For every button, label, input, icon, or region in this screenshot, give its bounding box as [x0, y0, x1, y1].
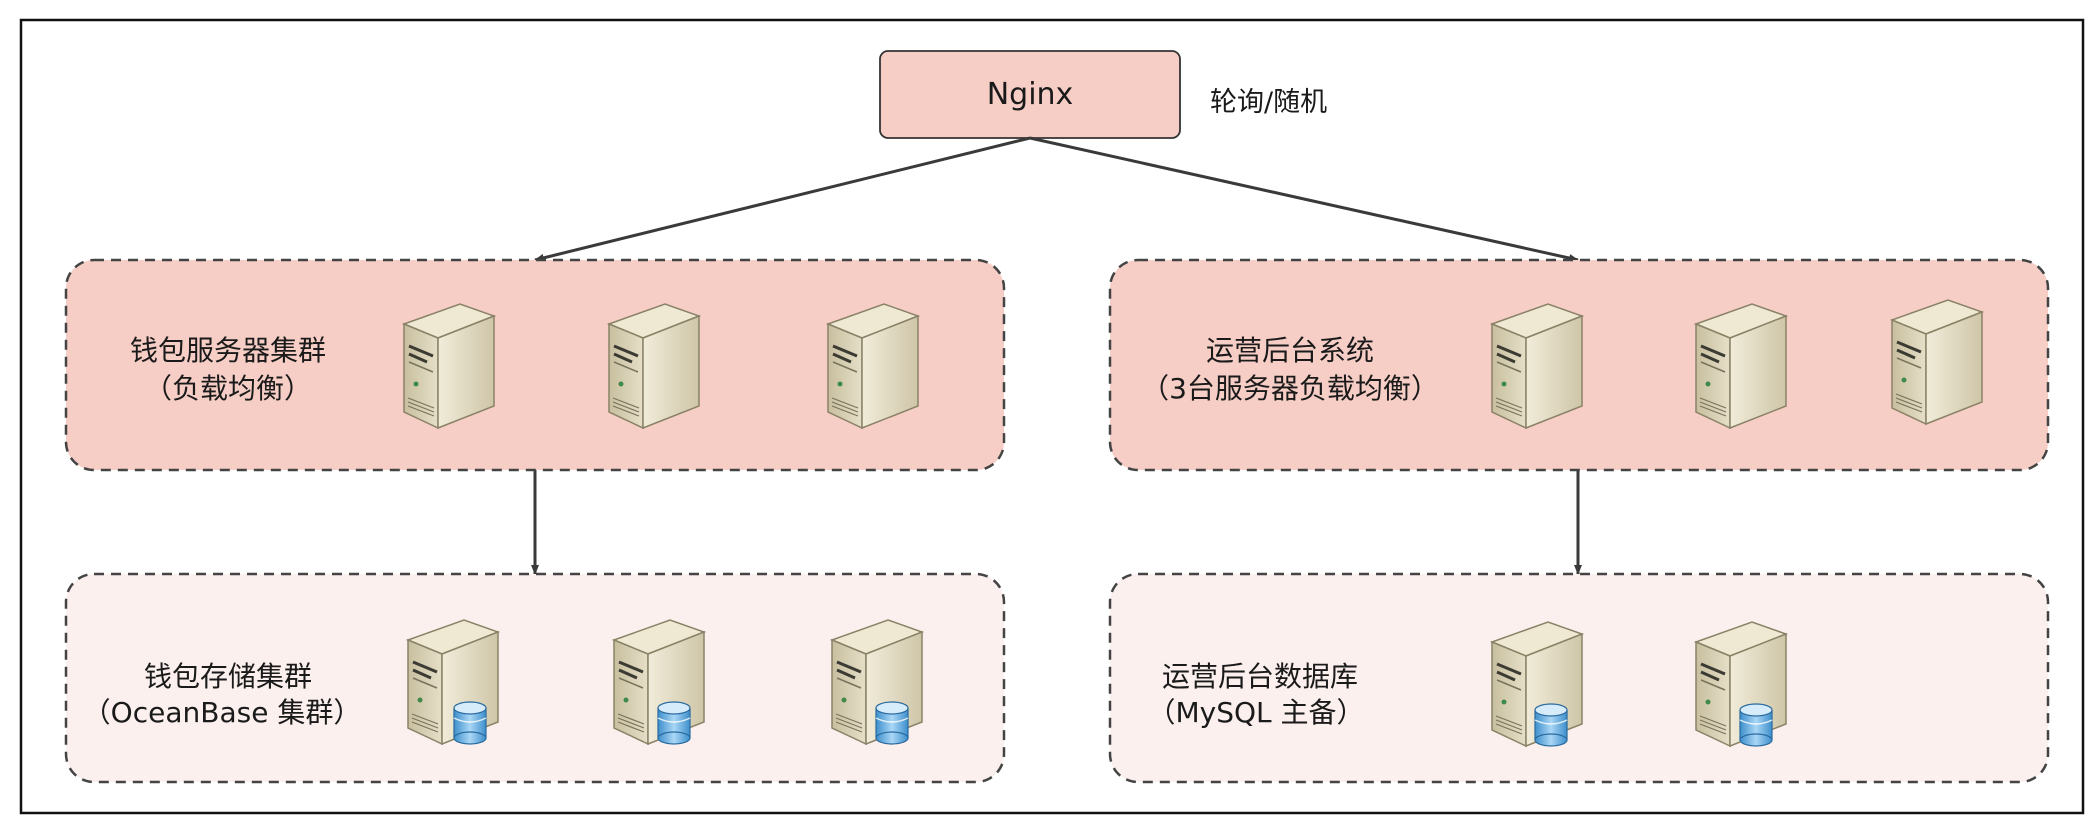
server-icon [607, 302, 701, 430]
architecture-diagram: Nginx 轮询/随机 钱包服务器集群 （负载均衡） 运营后台系统 （3台服务器… [19, 18, 2085, 815]
wallet-service-cluster-title: 钱包服务器集群 [130, 334, 326, 367]
wallet-storage-cluster: 钱包存储集群 （OceanBase 集群） [64, 572, 1006, 784]
arrow-nginx-to-wallet-cluster [534, 136, 1031, 262]
arrow-nginx-to-ops-backend [1029, 136, 1579, 262]
ops-database-cluster-subtitle: （MySQL 主备） [1147, 696, 1364, 729]
ops-backend-cluster-subtitle: （3台服务器负载均衡） [1141, 372, 1439, 405]
server-icon [402, 302, 496, 430]
database-server-icon [830, 618, 924, 746]
load-balance-strategy-note: 轮询/随机 [1210, 87, 1327, 118]
nginx-node: Nginx [879, 50, 1181, 139]
server-icon [1890, 298, 1984, 426]
ops-backend-cluster-title: 运营后台系统 [1206, 334, 1374, 367]
database-server-icon [1694, 620, 1788, 748]
database-server-icon [1490, 620, 1584, 748]
database-server-icon [612, 618, 706, 746]
server-icon [826, 302, 920, 430]
ops-database-cluster-title: 运营后台数据库 [1162, 660, 1358, 693]
database-server-icon [406, 618, 500, 746]
ops-backend-cluster: 运营后台系统 （3台服务器负载均衡） [1108, 258, 2050, 472]
wallet-service-cluster: 钱包服务器集群 （负载均衡） [64, 258, 1006, 472]
server-icon [1694, 302, 1788, 430]
wallet-storage-cluster-subtitle: （OceanBase 集群） [83, 696, 362, 729]
wallet-service-cluster-subtitle: （负载均衡） [144, 372, 312, 405]
ops-database-cluster: 运营后台数据库 （MySQL 主备） [1108, 572, 2050, 784]
nginx-label: Nginx [987, 77, 1074, 112]
server-icon [1490, 302, 1584, 430]
wallet-storage-cluster-title: 钱包存储集群 [144, 660, 312, 693]
